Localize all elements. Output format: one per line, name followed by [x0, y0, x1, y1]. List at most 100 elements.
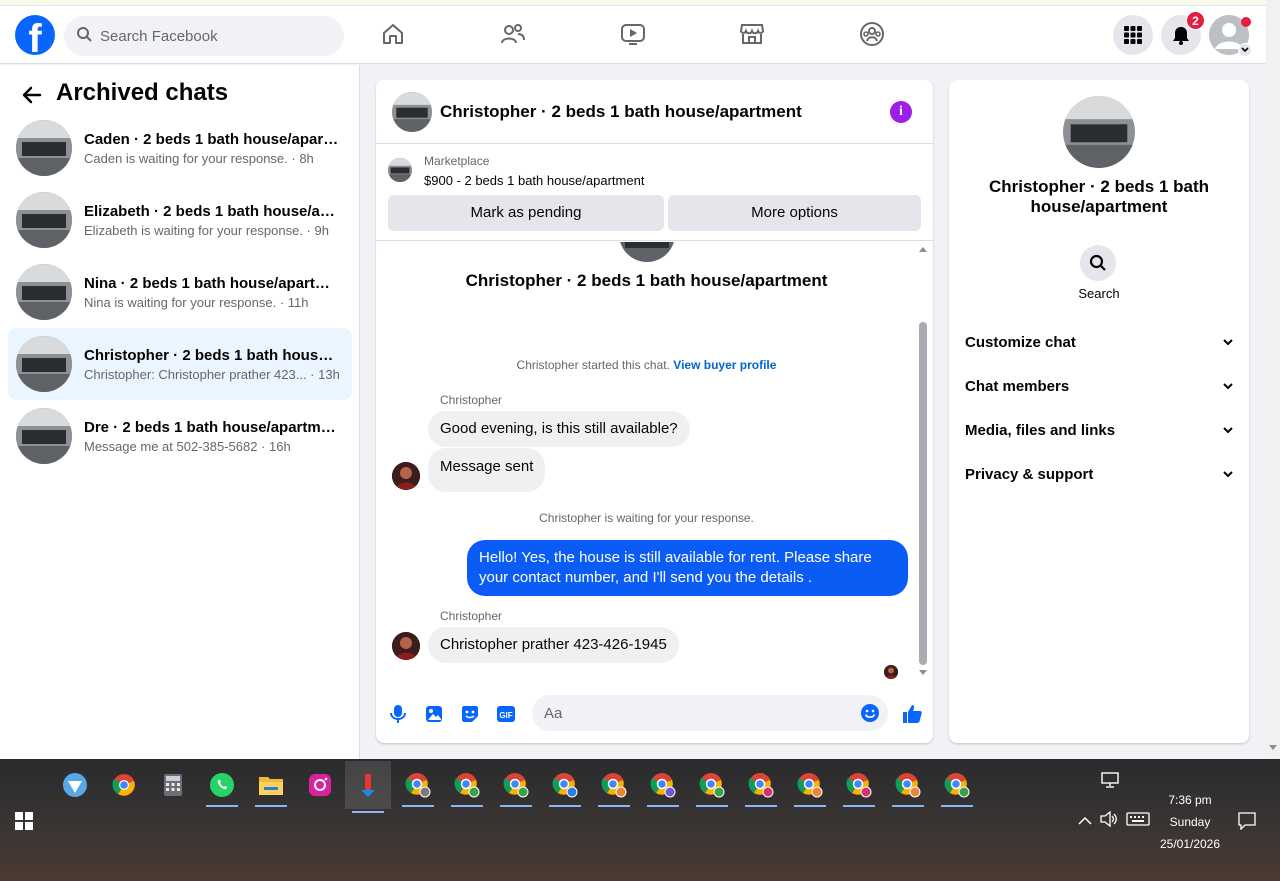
outgoing-message[interactable]: Hello! Yes, the house is still available… [467, 540, 908, 596]
intro-avatar [619, 242, 675, 262]
section-label: Customize chat [965, 333, 1076, 351]
menu-button[interactable] [1113, 15, 1153, 55]
search-box[interactable] [64, 16, 344, 56]
back-arrow-icon[interactable] [20, 83, 44, 107]
chevron-down-icon [1238, 43, 1252, 57]
scrollbar-thumb[interactable] [919, 322, 927, 665]
facebook-logo[interactable]: f [15, 15, 55, 55]
volume-icon[interactable] [1100, 810, 1118, 832]
microphone-icon[interactable] [388, 704, 408, 724]
chat-name: Nina · 2 beds 1 bath house/apartm... [84, 274, 340, 292]
sender-name: Christopher [440, 393, 503, 407]
chat-snippet: Nina is waiting for your response. · 11h [84, 294, 309, 310]
page-scrollbar[interactable] [1266, 0, 1280, 759]
intro-name: Christopher · 2 beds 1 bath house/apartm… [465, 271, 828, 290]
chrome-profile-icon-12[interactable] [939, 767, 975, 807]
sender-avatar[interactable] [392, 632, 420, 660]
file-explorer-icon[interactable] [253, 767, 289, 807]
notifications-button[interactable]: 2 [1161, 11, 1205, 55]
like-icon[interactable] [900, 702, 924, 726]
mark-pending-button[interactable]: Mark as pending [388, 195, 664, 231]
watch-icon[interactable] [619, 20, 647, 48]
started-text: Christopher started this chat. [516, 358, 670, 372]
instagram-icon[interactable] [302, 767, 338, 803]
active-indicator [941, 805, 973, 807]
search-input[interactable] [100, 27, 320, 45]
details-search-button[interactable] [1080, 245, 1116, 281]
chrome-profile-icon-9[interactable] [792, 767, 828, 807]
page-scroll-down-icon[interactable] [1269, 745, 1277, 751]
marketplace-icon[interactable] [738, 20, 766, 48]
chat-row-dre[interactable]: Dre · 2 beds 1 bath house/apartme... Mess… [8, 400, 352, 472]
chat-started-notice: Christopher started this chat. View buye… [376, 358, 917, 372]
active-indicator [255, 805, 287, 807]
active-indicator [647, 805, 679, 807]
search-icon [76, 26, 92, 46]
keyboard-icon[interactable] [1126, 812, 1150, 831]
sender-avatar[interactable] [392, 462, 420, 490]
active-app-icon[interactable] [345, 761, 391, 813]
emoji-icon[interactable] [860, 703, 880, 728]
listing-title[interactable]: $900 - 2 beds 1 bath house/apartment [424, 173, 644, 188]
scroll-down-icon[interactable] [919, 670, 927, 676]
chat-avatar [16, 120, 72, 176]
chrome-profile-icon-7[interactable] [694, 767, 730, 807]
incoming-message[interactable]: Good evening, is this still available? [428, 411, 690, 447]
chrome-profile-icon-8[interactable] [743, 767, 779, 807]
chat-row-caden[interactable]: Caden · 2 beds 1 bath house/apart... Cade… [8, 112, 352, 184]
tray-expand-icon[interactable] [1078, 813, 1092, 831]
messages-scrollbar[interactable] [917, 246, 929, 676]
chrome-profile-icon-2[interactable] [449, 767, 485, 807]
chat-members-section[interactable]: Chat members [965, 368, 1233, 404]
message-input-box[interactable] [532, 695, 888, 731]
listing-thumbnail [388, 158, 412, 182]
home-icon[interactable] [379, 20, 407, 48]
system-clock[interactable]: 7:36 pm Sunday 25/01/2026 [1150, 789, 1230, 855]
windows-start-icon[interactable] [15, 812, 33, 830]
conversation-avatar[interactable] [392, 91, 432, 132]
gif-icon[interactable]: GIF [496, 704, 516, 724]
chrome-profile-icon-5[interactable] [596, 767, 632, 807]
chrome-icon[interactable] [106, 767, 142, 803]
photo-icon[interactable] [424, 704, 444, 724]
view-buyer-profile-link[interactable]: View buyer profile [673, 358, 776, 372]
chat-name: Elizabeth · 2 beds 1 bath house/ap... [84, 202, 340, 220]
chat-row-elizabeth[interactable]: Elizabeth · 2 beds 1 bath house/ap... Eli… [8, 184, 352, 256]
app-icon-1[interactable] [57, 767, 93, 803]
scroll-up-icon[interactable] [919, 246, 927, 252]
network-display-icon[interactable] [1101, 772, 1119, 793]
privacy-support-section[interactable]: Privacy & support [965, 456, 1233, 492]
incoming-message[interactable]: Christopher prather 423-426-1945 [428, 627, 679, 663]
active-indicator [500, 805, 532, 807]
bell-icon [1173, 27, 1189, 45]
customize-chat-section[interactable]: Customize chat [965, 324, 1233, 360]
notification-center-icon[interactable] [1238, 812, 1256, 835]
chrome-profile-icon-3[interactable] [498, 767, 534, 807]
media-files-links-section[interactable]: Media, files and links [965, 412, 1233, 448]
message-input[interactable] [544, 704, 844, 722]
incoming-message[interactable]: Message sent [428, 448, 546, 492]
calculator-icon[interactable] [155, 767, 191, 803]
chat-row-christopher[interactable]: Christopher · 2 beds 1 bath house/... Chr… [8, 328, 352, 400]
message-composer: GIF [376, 685, 933, 743]
chrome-profile-icon-1[interactable] [400, 767, 436, 807]
chat-row-nina[interactable]: Nina · 2 beds 1 bath house/apartm... Nina… [8, 256, 352, 328]
friends-icon[interactable] [499, 20, 527, 48]
chrome-profile-icon-6[interactable] [645, 767, 681, 807]
chevron-down-icon [1223, 427, 1233, 434]
sender-name: Christopher [440, 609, 503, 623]
chrome-profile-icon-10[interactable] [841, 767, 877, 807]
whatsapp-icon[interactable] [204, 767, 240, 807]
details-avatar[interactable] [1063, 96, 1135, 168]
active-indicator [892, 805, 924, 807]
info-icon[interactable]: i [890, 101, 912, 123]
account-button[interactable] [1209, 15, 1252, 57]
active-indicator [794, 805, 826, 807]
chrome-profile-icon-11[interactable] [890, 767, 926, 807]
conversation-title[interactable]: Christopher · 2 beds 1 bath house/apartm… [440, 102, 802, 122]
chrome-profile-icon-4[interactable] [547, 767, 583, 807]
groups-icon[interactable] [858, 20, 886, 48]
clock-day: Sunday [1169, 815, 1211, 829]
more-options-button[interactable]: More options [668, 195, 921, 231]
sticker-icon[interactable] [460, 704, 480, 724]
